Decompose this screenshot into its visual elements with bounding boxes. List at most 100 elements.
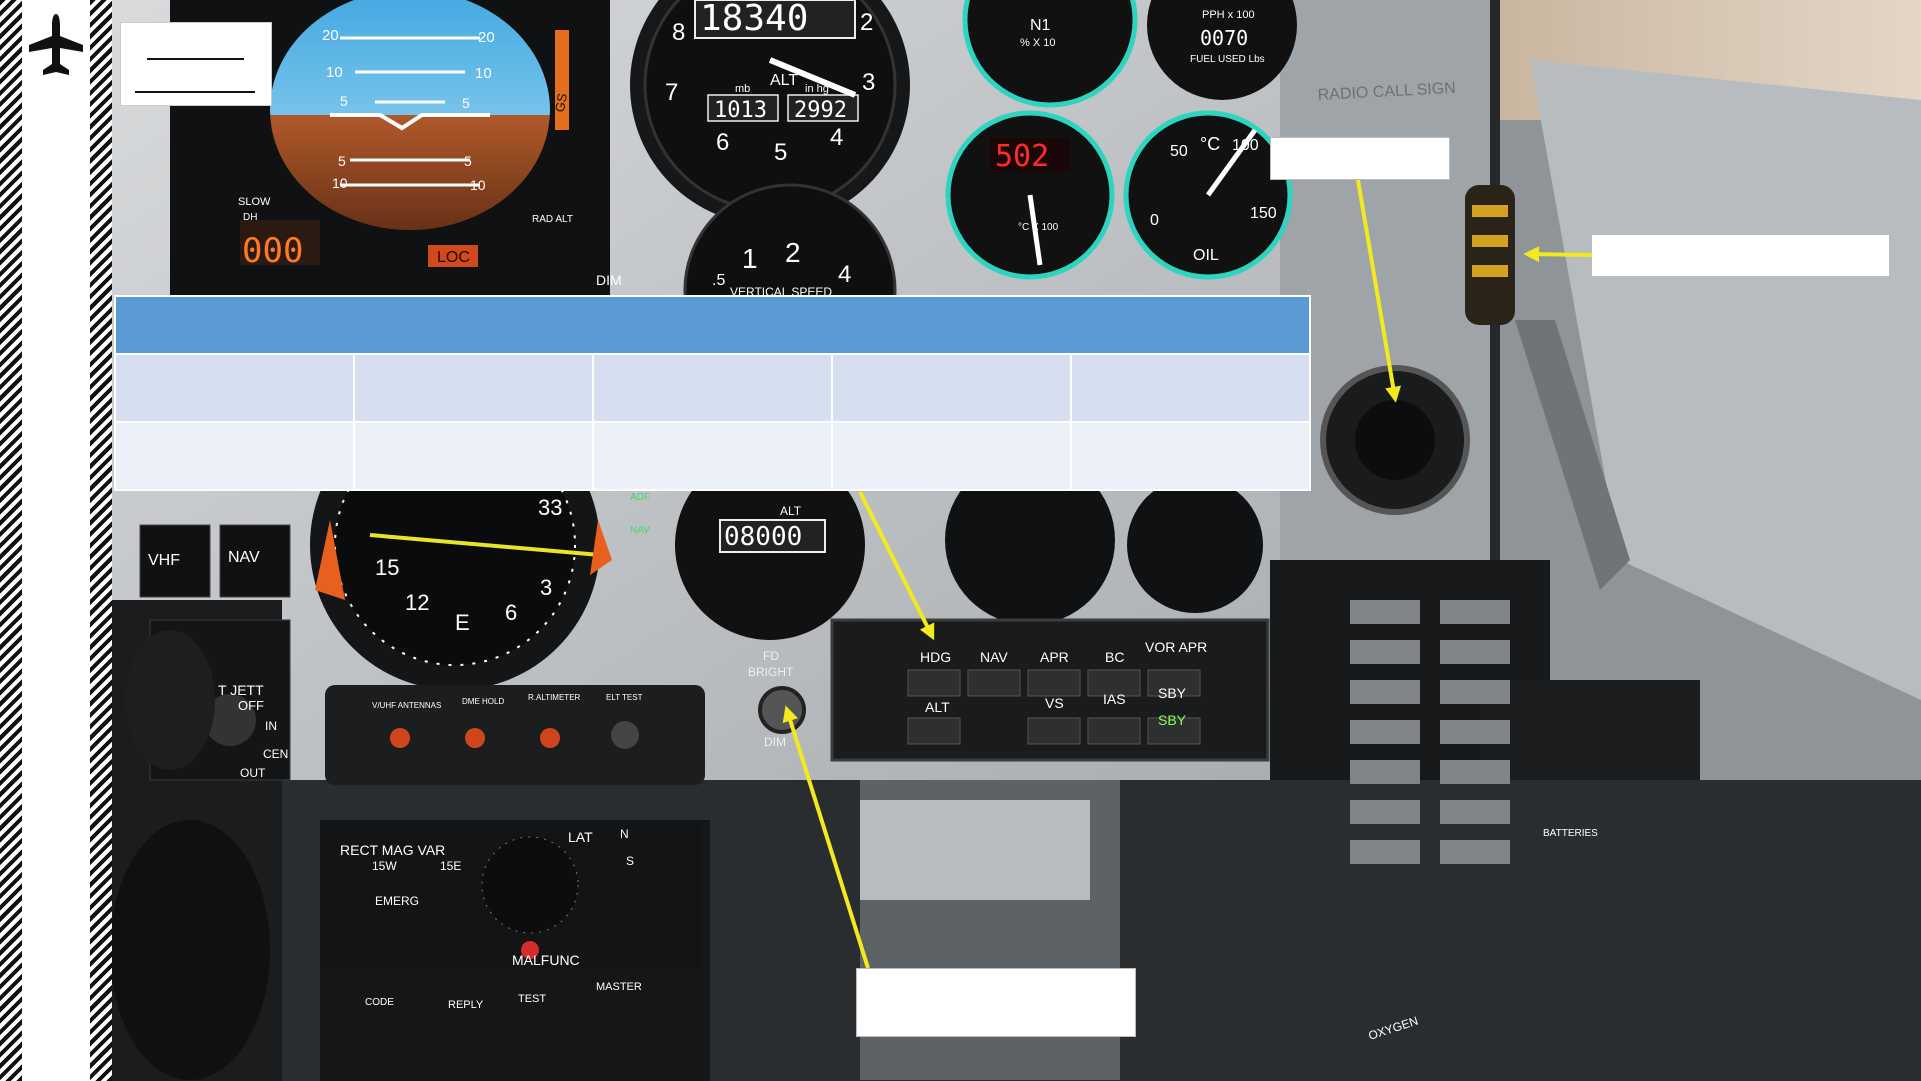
ap-hdg-label: HDG [920, 649, 951, 665]
table-cell [114, 352, 355, 423]
dh-readout: 000 [242, 231, 303, 271]
vsi-mark-1: 1 [742, 243, 758, 274]
nav-button-label: NAV [228, 549, 260, 566]
ap-bc-label: BC [1105, 649, 1124, 665]
callout-box-lever [1592, 235, 1889, 276]
alt2-drum: 08000 [724, 522, 802, 552]
rail-hatch-left [0, 0, 22, 1081]
altimeter-digit-3: 3 [862, 69, 875, 96]
altimeter-mb-value: 1013 [714, 98, 767, 123]
aircraft-icon [29, 14, 83, 75]
jett-cen: CEN [263, 747, 288, 761]
hsi-nav-label: NAV [630, 525, 650, 536]
mag-emerg: EMERG [375, 894, 419, 908]
sw-elt-label: ELT TEST [606, 693, 643, 702]
oil-mark-100: 100 [1232, 137, 1259, 154]
altimeter-drum: 18340 [700, 0, 808, 39]
itt-sub: °C X 100 [1018, 222, 1059, 233]
xpdr-code: CODE [365, 997, 394, 1008]
altimeter-inhg-value: 2992 [794, 98, 847, 123]
oil-unit: °C [1200, 134, 1220, 154]
altimeter-alt-label: ALT [770, 72, 798, 89]
table-row [114, 352, 1311, 423]
ap-vs-label: VS [1045, 695, 1064, 711]
adi-pitch-20-l: 20 [322, 27, 339, 44]
table-cell [353, 420, 594, 492]
callout-box-radio-knob [1270, 137, 1450, 180]
altimeter-inhg-label: in hg [805, 83, 829, 95]
hsi-mark-E: E [455, 610, 470, 635]
adi-slow-label: SLOW [238, 196, 271, 208]
oil-label: OIL [1193, 247, 1219, 264]
mag-s: S [626, 854, 634, 868]
title-rule-bottom [135, 91, 255, 93]
table-header [114, 295, 1311, 355]
table-cell [592, 352, 833, 423]
jett-line1: T JETT [218, 682, 264, 698]
adi-pitch-m10-l: 10 [332, 175, 348, 191]
fd-label-mid: BRIGHT [748, 665, 794, 679]
hsi-mark-3: 3 [540, 575, 552, 600]
jett-line2: OFF [238, 698, 264, 713]
hsi-adf-label: ADF [630, 492, 650, 503]
fuel-line2: FUEL USED Lbs [1190, 54, 1265, 65]
fuel-line1: PPH x 100 [1202, 9, 1255, 21]
jett-out: OUT [240, 766, 266, 780]
altimeter-digit-7: 7 [665, 79, 678, 106]
mag-15w: 15W [372, 859, 397, 873]
mag-n: N [620, 827, 629, 841]
adi-radalt-label: RAD ALT [532, 214, 573, 225]
vsi-mark-4: 4 [838, 261, 851, 288]
callout-box-fd-bright [856, 968, 1136, 1037]
adi-pitch-5-r: 5 [462, 95, 470, 111]
table-cell [831, 352, 1072, 423]
adi-pitch-5-l: 5 [340, 93, 348, 109]
title-rule-top [147, 58, 244, 60]
sw-antennas-label: V/UHF ANTENNAS [372, 701, 441, 710]
ap-sby-label: SBY [1158, 685, 1187, 701]
adi-dh-label: DH [243, 212, 257, 223]
fuel-counter: 0070 [1200, 26, 1248, 50]
n1-sub: % X 10 [1020, 37, 1055, 49]
mag-line1: RECT MAG VAR [340, 842, 445, 858]
hsi-mark-15: 15 [375, 555, 399, 580]
ap-sby-annunciator: SBY [1158, 712, 1187, 728]
adi-pitch-m10-r: 10 [470, 177, 486, 193]
altimeter-mb-label: mb [735, 83, 750, 95]
adi-pitch-m5-r: 5 [464, 153, 472, 169]
hsi-mark-6: 6 [505, 600, 517, 625]
altimeter-digit-2: 2 [860, 9, 873, 36]
ap-ias-label: IAS [1103, 691, 1126, 707]
adi-dim-label: DIM [596, 272, 622, 288]
altimeter-digit-6: 6 [716, 129, 729, 156]
altimeter-digit-8: 8 [672, 19, 685, 46]
fd-label-bottom: DIM [764, 735, 786, 749]
sw-ralt-label: R.ALTIMETER [528, 693, 581, 702]
adi-pitch-20-r: 20 [478, 29, 495, 46]
altimeter-digit-5: 5 [774, 139, 787, 166]
overlay-table [114, 295, 1311, 492]
table-cell [831, 420, 1072, 492]
batteries-label: BATTERIES [1543, 828, 1598, 839]
table-cell [353, 352, 594, 423]
alt2-label: ALT [780, 504, 802, 518]
rail-hatch-right [90, 0, 112, 1081]
table-cell [1070, 420, 1311, 492]
oil-mark-50: 50 [1170, 143, 1188, 160]
mag-15e: 15E [440, 859, 461, 873]
vsi-mark-05: .5 [712, 272, 725, 289]
fd-label-top: FD [763, 649, 779, 663]
vsi-mark-2: 2 [785, 237, 801, 268]
table-cell [1070, 352, 1311, 423]
ap-nav-label: NAV [980, 649, 1008, 665]
hsi-mark-12: 12 [405, 590, 429, 615]
xpdr-master: MASTER [596, 981, 642, 993]
adi-loc-label: LOC [437, 249, 470, 266]
rail-panel [22, 0, 90, 1081]
oil-mark-150: 150 [1250, 205, 1277, 222]
jett-in: IN [265, 719, 277, 733]
hsi-mark-33: 33 [538, 495, 562, 520]
adi-pitch-m5-l: 5 [338, 153, 346, 169]
n1-label: N1 [1030, 17, 1051, 34]
table-cell [114, 420, 355, 492]
